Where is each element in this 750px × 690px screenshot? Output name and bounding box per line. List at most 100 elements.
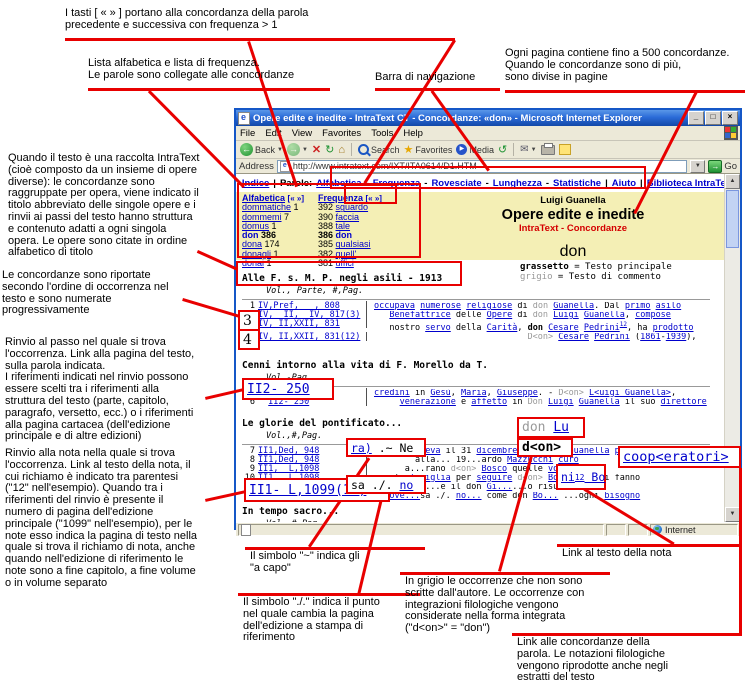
text-fragment: [374, 398, 400, 407]
word-occurrence-link[interactable]: Benefattrice: [389, 311, 450, 320]
word-occurrence-link[interactable]: Guanella: [579, 398, 620, 407]
minimize-button[interactable]: _: [688, 111, 704, 125]
text-fragment: per: [451, 474, 477, 483]
section-reference-format: Vol., Parte, #,Pag.: [242, 286, 710, 296]
go-button[interactable]: → Go: [708, 160, 737, 173]
section-reference-format: Vol.,#,Pag.: [242, 431, 710, 441]
close-button[interactable]: ×: [722, 111, 738, 125]
text-fragment: ,: [671, 389, 676, 398]
home-button[interactable]: ⌂: [338, 144, 345, 156]
word-occurrence-link[interactable]: seguire: [476, 474, 512, 483]
word-occurrence-link[interactable]: Bo...: [533, 492, 559, 501]
word-occurrence-link[interactable]: Gi...: [487, 483, 513, 492]
text-fragment[interactable]: 12: [620, 321, 627, 328]
section-divider: [242, 444, 710, 445]
word-occurrence-link[interactable]: affetto: [471, 398, 507, 407]
address-dropdown-button[interactable]: ▼: [690, 160, 705, 173]
print-button[interactable]: [541, 145, 555, 155]
word-occurrence-link[interactable]: L<uigi Guanella>: [589, 389, 671, 398]
callout-numbering: Le concordanze sono riportate secondo l'…: [2, 270, 197, 317]
word-occurrence-link[interactable]: Maria: [461, 389, 487, 398]
magnified-don-lu: don Lu: [517, 417, 585, 438]
maximize-button[interactable]: □: [705, 111, 721, 125]
refresh-button[interactable]: ↻: [325, 143, 334, 156]
reference-link[interactable]: IV, II,XXII, 831(12): [258, 332, 360, 342]
word-occurrence-link[interactable]: 1861: [640, 333, 660, 342]
forward-button[interactable]: → ▼: [287, 143, 308, 156]
document-header: Luigi Guanella Opere edite e inedite Int…: [426, 195, 720, 261]
word-occurrence-link[interactable]: primo: [625, 302, 651, 311]
word-occurrence-link[interactable]: Pedrini: [594, 333, 630, 342]
vertical-scrollbar[interactable]: ▲ ▼: [724, 174, 740, 522]
search-icon: [358, 144, 369, 155]
text-fragment: D<on>: [558, 389, 589, 398]
mail-dropdown-icon[interactable]: ▼: [531, 147, 537, 153]
scrollbar-thumb[interactable]: [726, 190, 739, 248]
word-occurrence-link[interactable]: venerazione: [400, 398, 456, 407]
stop-button[interactable]: ✕: [312, 143, 321, 156]
text-fragment: don: [533, 311, 553, 320]
menu-file[interactable]: File: [240, 128, 255, 139]
menu-favorites[interactable]: Favorites: [322, 128, 361, 139]
section-title: Cenni intorno alla vita di F. Morello da…: [242, 360, 710, 371]
word-occurrence-link[interactable]: Opere: [487, 311, 513, 320]
word-occurrence-link[interactable]: Guanella: [569, 447, 610, 456]
menu-view[interactable]: View: [292, 128, 312, 139]
word-occurrence-link[interactable]: credini: [374, 389, 410, 398]
callout-prev-next-keys: I tasti [ « » ] portano alla concordanza…: [65, 8, 465, 32]
scroll-up-icon[interactable]: ▲: [725, 174, 740, 189]
word-occurrence-link[interactable]: servo: [425, 323, 451, 333]
word-occurrence-link[interactable]: 1939: [666, 333, 686, 342]
word-occurrence-link[interactable]: bisogno: [604, 492, 640, 501]
menu-help[interactable]: Help: [403, 128, 423, 139]
mail-button[interactable]: ✉ ▼: [520, 144, 536, 155]
word-occurrence-link[interactable]: compose: [635, 311, 671, 320]
search-button[interactable]: Search: [358, 144, 400, 155]
word-occurrence-link[interactable]: Cesare: [558, 333, 589, 342]
text-fragment: ,: [487, 389, 497, 398]
word-occurrence-link[interactable]: Bosco: [481, 465, 507, 474]
word-occurrence-link[interactable]: Carità: [487, 323, 518, 333]
highlight-work-title: [236, 261, 462, 286]
magnified-don-integrated: d<on>: [517, 438, 573, 457]
forward-dropdown-icon[interactable]: ▼: [302, 147, 308, 153]
reference-link[interactable]: IV, II,XXII, 831: [258, 319, 340, 329]
callout-word-lists: Lista alfabetica e lista di frequenza. L…: [88, 58, 348, 82]
keyword: don: [426, 243, 720, 261]
word-occurrence-link[interactable]: Giuseppe: [497, 389, 538, 398]
word-occurrence-link[interactable]: dicembre: [476, 447, 517, 456]
edit-note-button[interactable]: [559, 144, 571, 155]
text-fragment: e: [456, 398, 471, 407]
title-bar[interactable]: Opere edite e inedite - IntraText CT - C…: [236, 110, 740, 126]
scroll-down-icon[interactable]: ▼: [725, 507, 740, 522]
nav-link-biblioteca-intratext[interactable]: Biblioteca IntraText: [647, 178, 734, 189]
word-occurrence-link[interactable]: no...: [456, 492, 482, 501]
word-occurrence-link[interactable]: Guanella: [553, 302, 594, 311]
mail-icon: ✉: [520, 144, 528, 155]
favorites-button[interactable]: ★ Favorites: [404, 143, 453, 156]
word-occurrence-link[interactable]: religiose: [466, 302, 512, 311]
callout-passage-ref: Rinvio al passo nel quale si trova l'occ…: [5, 337, 227, 443]
text-fragment: delle: [451, 311, 487, 320]
text-fragment: Don: [528, 398, 548, 407]
word-occurrence-link[interactable]: Guanella: [584, 311, 625, 320]
word-occurrence-link[interactable]: asilo: [656, 302, 682, 311]
history-button[interactable]: ↺: [498, 143, 507, 156]
word-occurrence-link[interactable]: prodotto: [653, 323, 694, 333]
word-occurrence-link[interactable]: Pedrini: [584, 323, 620, 333]
text-fragment: il 31: [441, 447, 477, 456]
word-occurrence-link[interactable]: numerose: [420, 302, 461, 311]
menu-tools[interactable]: Tools: [371, 128, 393, 139]
back-button[interactable]: ← Back ▼: [240, 143, 283, 156]
text-fragment: ,: [451, 389, 461, 398]
word-occurrence-link[interactable]: Luigi: [548, 398, 574, 407]
security-zone: Internet: [650, 524, 738, 536]
word-occurrence-link[interactable]: occupava: [374, 302, 415, 311]
word-occurrence-link[interactable]: direttore: [661, 398, 707, 407]
word-occurrence-link[interactable]: Luigi: [553, 311, 579, 320]
row-reference: IV, II,XXII, 831(12): [258, 333, 364, 342]
back-label: Back: [255, 145, 275, 155]
word-occurrence-link[interactable]: Gesù: [430, 389, 450, 398]
text-fragment: il suo: [620, 398, 661, 407]
word-occurrence-link[interactable]: Cesare: [548, 323, 579, 333]
